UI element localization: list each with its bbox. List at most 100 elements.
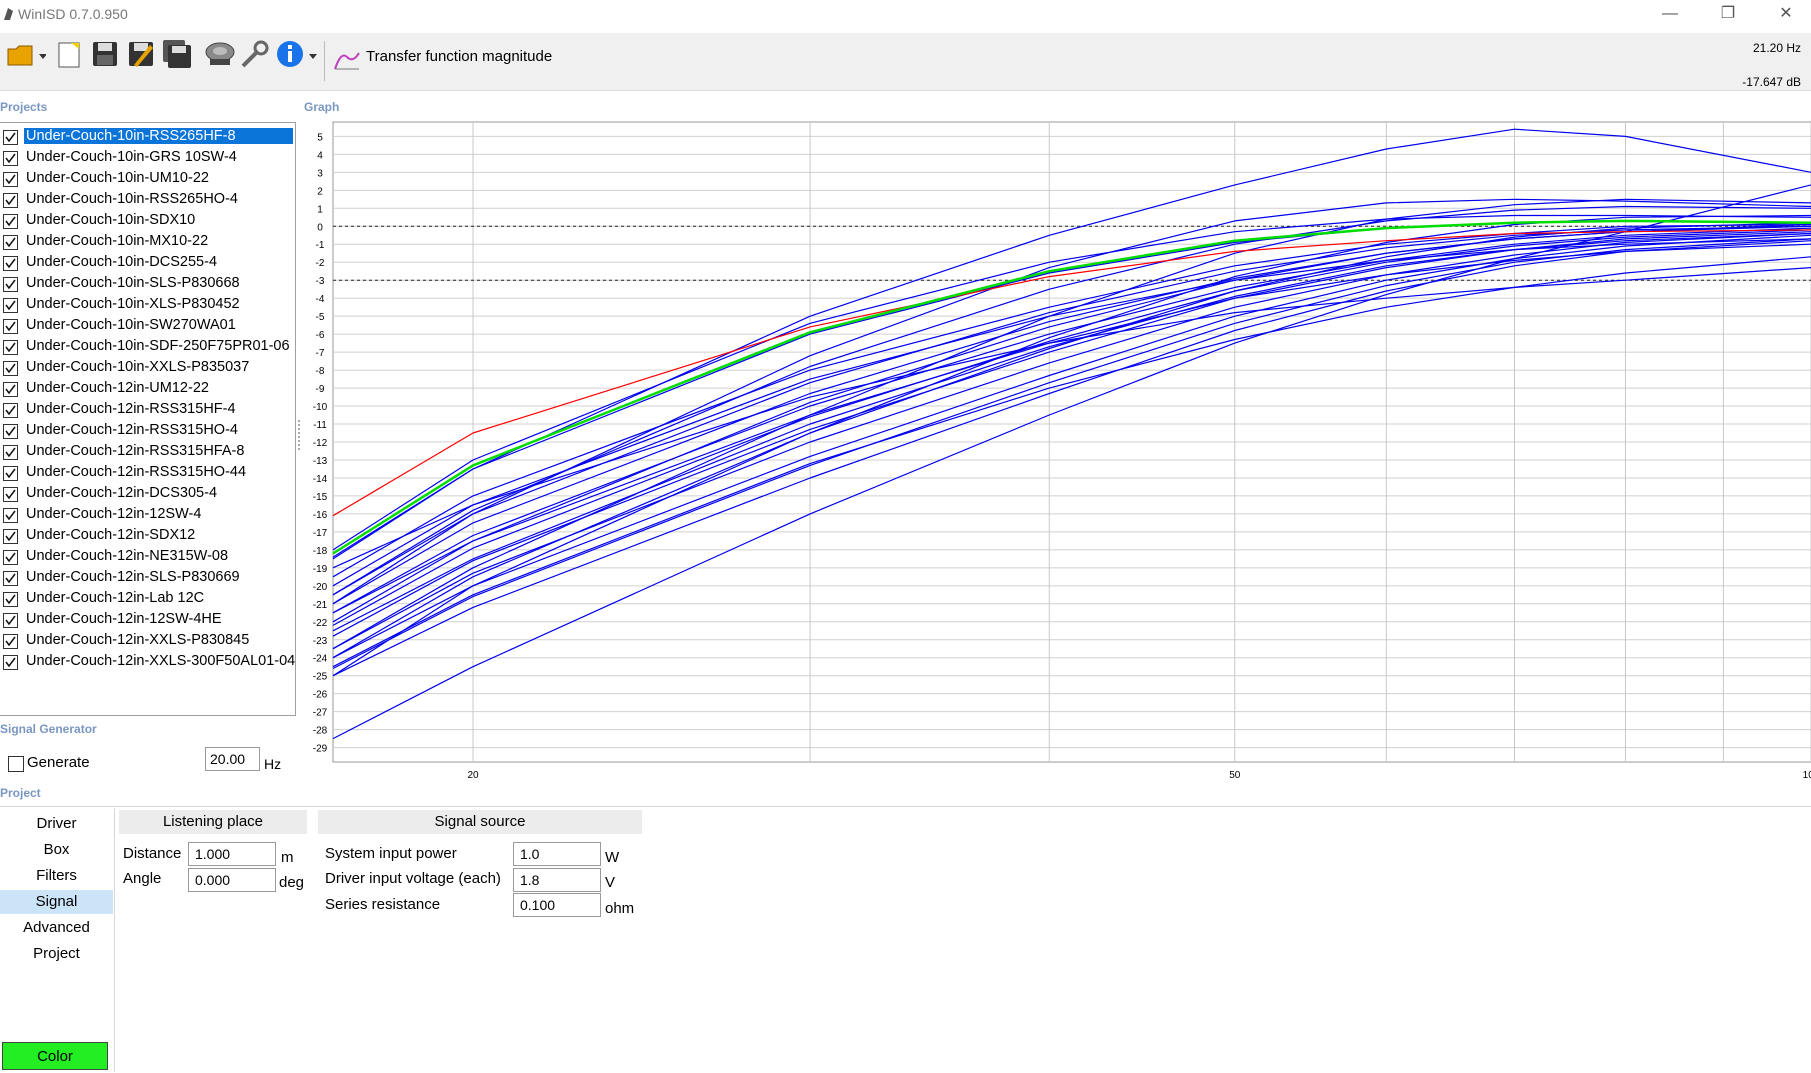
driver-input-voltage-input[interactable]: 1.8 (513, 868, 601, 892)
close-button[interactable]: ✕ (1757, 0, 1811, 30)
color-button[interactable]: Color (2, 1042, 108, 1070)
project-checkbox[interactable] (3, 466, 18, 481)
graph-type-selector[interactable]: Transfer function magnitude (366, 48, 552, 65)
project-row[interactable]: Under-Couch-12in-DCS305-4 (0, 483, 295, 504)
tools-wrench-icon[interactable] (240, 39, 270, 69)
project-checkbox[interactable] (3, 361, 18, 376)
project-checkbox[interactable] (3, 613, 18, 628)
y-tick-label: -12 (313, 438, 328, 449)
y-tick-label: -26 (313, 690, 328, 701)
nav-item-advanced[interactable]: Advanced (0, 916, 113, 940)
y-tick-label: -29 (313, 744, 328, 755)
project-row[interactable]: Under-Couch-12in-NE315W-08 (0, 546, 295, 567)
project-name: Under-Couch-10in-XLS-P830452 (26, 296, 240, 312)
save-all-icon[interactable] (162, 39, 192, 69)
project-row[interactable]: Under-Couch-10in-SLS-P830668 (0, 273, 295, 294)
generator-frequency-input[interactable]: 20.00 (205, 747, 260, 771)
minimize-button[interactable]: — (1641, 0, 1699, 30)
signal-generator-section-label: Signal Generator (0, 722, 97, 736)
nav-item-project[interactable]: Project (0, 942, 113, 966)
projects-list[interactable]: Under-Couch-10in-RSS265HF-8 Under-Couch-1… (0, 122, 296, 716)
project-checkbox[interactable] (3, 193, 18, 208)
x-tick-label: 20 (467, 770, 479, 781)
x-tick-label: 100 (1803, 770, 1811, 781)
project-checkbox[interactable] (3, 550, 18, 565)
window-title: WinISD 0.7.0.950 (18, 6, 128, 22)
project-checkbox[interactable] (3, 487, 18, 502)
project-row[interactable]: Under-Couch-10in-RSS265HO-4 (0, 189, 295, 210)
project-checkbox[interactable] (3, 403, 18, 418)
angle-input[interactable]: 0.000 (188, 868, 276, 892)
series-resistance-input[interactable]: 0.100 (513, 893, 601, 917)
project-row[interactable]: Under-Couch-12in-12SW-4HE (0, 609, 295, 630)
project-row[interactable]: Under-Couch-12in-RSS315HFA-8 (0, 441, 295, 462)
generate-label: Generate (27, 754, 90, 771)
series-resistance-label: Series resistance (325, 896, 441, 913)
project-row[interactable]: Under-Couch-12in-RSS315HO-44 (0, 462, 295, 483)
project-checkbox[interactable] (3, 277, 18, 292)
distance-input[interactable]: 1.000 (188, 842, 276, 866)
project-checkbox[interactable] (3, 151, 18, 166)
info-icon[interactable] (275, 39, 317, 69)
project-row[interactable]: Under-Couch-12in-XXLS-300F50AL01-04 (0, 651, 295, 672)
project-row[interactable]: Under-Couch-12in-RSS315HF-4 (0, 399, 295, 420)
driver-speaker-icon[interactable] (204, 39, 235, 69)
y-tick-label: -15 (313, 492, 328, 503)
project-checkbox[interactable] (3, 529, 18, 544)
project-checkbox[interactable] (3, 634, 18, 649)
save-icon[interactable] (90, 39, 120, 69)
y-tick-label: 2 (317, 186, 323, 197)
project-checkbox[interactable] (3, 424, 18, 439)
transfer-function-graph[interactable]: 5 4 3 2 1 0 -1 -2 -3 -4 -5 -6 -7 -8 -9 -10 -11 -12 -13 -14 -… (298, 118, 1811, 782)
project-checkbox[interactable] (3, 235, 18, 250)
generate-checkbox[interactable] (8, 756, 24, 772)
y-tick-label: -18 (313, 546, 328, 557)
project-row[interactable]: Under-Couch-12in-XXLS-P830845 (0, 630, 295, 651)
y-tick-label: -16 (313, 510, 328, 521)
system-input-power-input[interactable]: 1.0 (513, 842, 601, 866)
y-tick-label: -21 (313, 600, 328, 611)
project-row[interactable]: Under-Couch-10in-SDX10 (0, 210, 295, 231)
nav-item-driver[interactable]: Driver (0, 812, 113, 836)
y-tick-label: -22 (313, 618, 328, 629)
restore-button[interactable]: ❐ (1699, 0, 1757, 30)
project-row[interactable]: Under-Couch-12in-SLS-P830669 (0, 567, 295, 588)
project-row[interactable]: Under-Couch-10in-MX10-22 (0, 231, 295, 252)
save-as-icon[interactable] (126, 39, 156, 69)
project-row[interactable]: Under-Couch-10in-SDF-250F75PR01-06 (0, 336, 295, 357)
project-checkbox[interactable] (3, 592, 18, 607)
project-row[interactable]: Under-Couch-10in-DCS255-4 (0, 252, 295, 273)
project-row[interactable]: Under-Couch-12in-Lab 12C (0, 588, 295, 609)
project-row[interactable]: Under-Couch-10in-RSS265HF-8 (0, 126, 295, 147)
project-checkbox[interactable] (3, 256, 18, 271)
project-checkbox[interactable] (3, 508, 18, 523)
project-row[interactable]: Under-Couch-12in-UM12-22 (0, 378, 295, 399)
project-checkbox[interactable] (3, 130, 18, 145)
project-checkbox[interactable] (3, 319, 18, 334)
new-document-icon[interactable] (54, 39, 84, 69)
project-row[interactable]: Under-Couch-10in-XLS-P830452 (0, 294, 295, 315)
open-folder-icon[interactable] (6, 39, 47, 69)
y-tick-label: -23 (313, 636, 328, 647)
project-row[interactable]: Under-Couch-12in-RSS315HO-4 (0, 420, 295, 441)
transfer-function-icon[interactable] (333, 47, 361, 76)
project-row[interactable]: Under-Couch-10in-XXLS-P835037 (0, 357, 295, 378)
angle-unit: deg (279, 874, 305, 891)
project-checkbox[interactable] (3, 571, 18, 586)
project-checkbox[interactable] (3, 445, 18, 460)
nav-item-signal[interactable]: Signal (0, 890, 113, 914)
project-row[interactable]: Under-Couch-12in-12SW-4 (0, 504, 295, 525)
project-row[interactable]: Under-Couch-10in-GRS 10SW-4 (0, 147, 295, 168)
nav-item-box[interactable]: Box (0, 838, 113, 862)
project-checkbox[interactable] (3, 340, 18, 355)
project-checkbox[interactable] (3, 172, 18, 187)
project-row[interactable]: Under-Couch-10in-SW270WA01 (0, 315, 295, 336)
project-checkbox[interactable] (3, 382, 18, 397)
project-checkbox[interactable] (3, 298, 18, 313)
project-name: Under-Couch-10in-DCS255-4 (26, 254, 218, 270)
project-checkbox[interactable] (3, 214, 18, 229)
project-checkbox[interactable] (3, 655, 18, 670)
project-row[interactable]: Under-Couch-10in-UM10-22 (0, 168, 295, 189)
project-row[interactable]: Under-Couch-12in-SDX12 (0, 525, 295, 546)
nav-item-filters[interactable]: Filters (0, 864, 113, 888)
